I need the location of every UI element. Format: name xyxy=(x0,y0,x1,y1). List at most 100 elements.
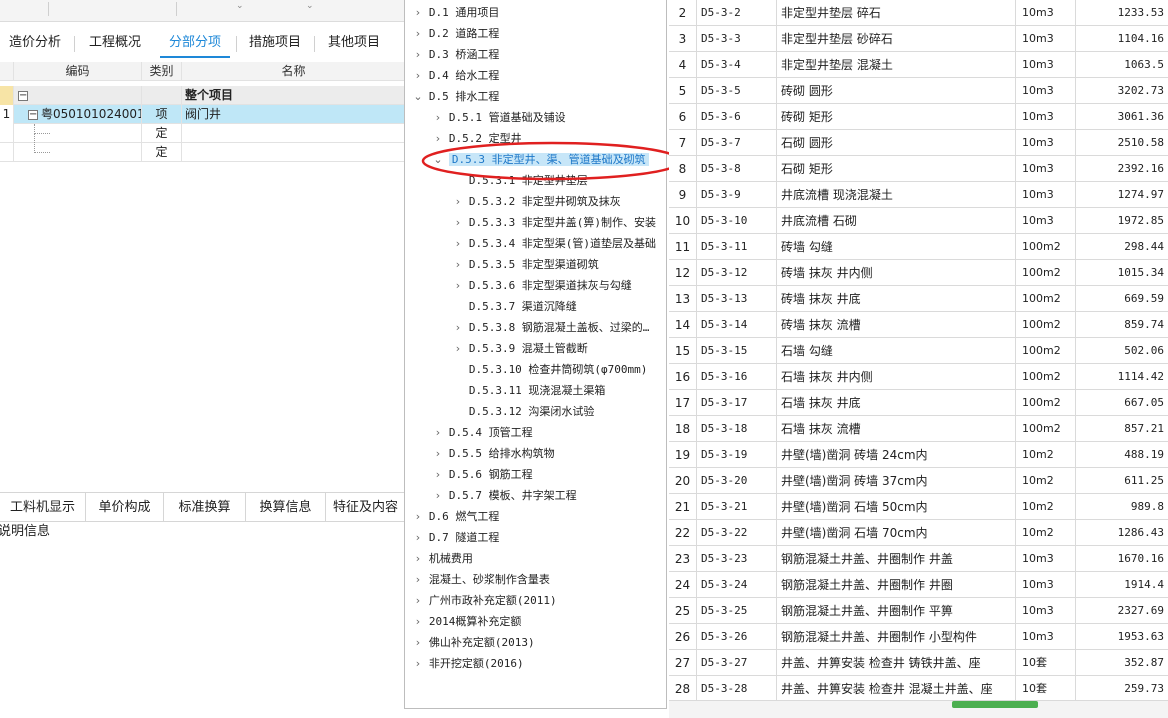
tab-project-overview[interactable]: 工程概况 xyxy=(78,28,152,58)
row-type[interactable]: 定 xyxy=(142,143,182,162)
chevron-right-icon[interactable]: › xyxy=(451,233,465,254)
chevron-right-icon[interactable]: › xyxy=(411,23,425,44)
grid-total-row[interactable]: − 整个项目 xyxy=(0,86,405,105)
tree-node[interactable]: D.5.3.12 沟渠闭水试验 xyxy=(451,401,595,422)
table-row[interactable]: 15 D5-3-15 石墙 勾缝 100m2 502.06 xyxy=(669,338,1168,364)
table-row[interactable]: 21 D5-3-21 井壁(墙)凿洞 石墙 50cm内 10m2 989.8 xyxy=(669,494,1168,520)
chevron-right-icon[interactable]: › xyxy=(431,485,445,506)
table-row[interactable]: 26 D5-3-26 钢筋混凝土井盖、井圈制作 小型构件 10m3 1953.63 xyxy=(669,624,1168,650)
table-row[interactable]: 1 − 粤050101024001 项 阀门井 xyxy=(0,105,405,124)
table-row[interactable]: 18 D5-3-18 石墙 抹灰 流槽 100m2 857.21 xyxy=(669,416,1168,442)
table-row[interactable]: 11 D5-3-11 砖墙 勾缝 100m2 298.44 xyxy=(669,234,1168,260)
quota-list-table[interactable]: 2 D5-3-2 非定型井垫层 碎石 10m3 1233.53 3 D5-3-3 非定型井垫层… xyxy=(669,0,1168,700)
explain-info-area[interactable] xyxy=(0,537,405,718)
table-row[interactable]: 定 xyxy=(0,143,405,162)
tree-node[interactable]: › D.6 燃气工程 xyxy=(411,506,500,527)
table-row[interactable]: 7 D5-3-7 石砌 圆形 10m3 2510.58 xyxy=(669,130,1168,156)
table-row[interactable]: 28 D5-3-28 井盖、井箅安装 检查井 混凝土井盖、座 10套 259.73 xyxy=(669,676,1168,700)
chevron-right-icon[interactable]: › xyxy=(411,632,425,653)
row-name[interactable] xyxy=(182,124,405,143)
tree-node[interactable]: › D.3 桥涵工程 xyxy=(411,44,500,65)
chevron-down-icon[interactable]: ⌄ xyxy=(411,86,425,107)
chevron-down-icon[interactable]: ⌄ xyxy=(306,1,314,11)
tab-unit-price[interactable]: 单价构成 xyxy=(86,493,164,522)
table-row[interactable]: 17 D5-3-17 石墙 抹灰 井底 100m2 667.05 xyxy=(669,390,1168,416)
tree-node[interactable]: › D.5.7 模板、井字架工程 xyxy=(431,485,577,506)
table-row[interactable]: 20 D5-3-20 井壁(墙)凿洞 砖墙 37cm内 10m2 611.25 xyxy=(669,468,1168,494)
chevron-right-icon[interactable]: › xyxy=(411,590,425,611)
tab-features[interactable]: 特征及内容 xyxy=(326,493,405,522)
tree-node[interactable]: D.5.3.7 渠道沉降缝 xyxy=(451,296,577,317)
tree-node[interactable]: › 2014概算补充定额 xyxy=(411,611,522,632)
row-name[interactable] xyxy=(182,143,405,162)
chevron-right-icon[interactable]: › xyxy=(411,506,425,527)
table-row[interactable]: 13 D5-3-13 砖墙 抹灰 井底 100m2 669.59 xyxy=(669,286,1168,312)
horizontal-scrollbar-thumb[interactable] xyxy=(952,701,1038,708)
row-code[interactable]: − 粤050101024001 xyxy=(14,105,142,124)
chevron-right-icon[interactable]: › xyxy=(431,422,445,443)
table-row[interactable]: 19 D5-3-19 井壁(墙)凿洞 砖墙 24cm内 10m2 488.19 xyxy=(669,442,1168,468)
tree-node[interactable]: ⌄ D.5 排水工程 xyxy=(411,86,499,107)
chevron-down-icon[interactable]: ⌄ xyxy=(236,1,244,11)
chevron-right-icon[interactable]: › xyxy=(431,464,445,485)
tree-node[interactable]: › D.2 道路工程 xyxy=(411,23,500,44)
table-row[interactable]: 27 D5-3-27 井盖、井箅安装 检查井 铸铁井盖、座 10套 352.87 xyxy=(669,650,1168,676)
tree-node[interactable]: › D.7 隧道工程 xyxy=(411,527,500,548)
tree-node[interactable]: › D.5.3.9 混凝土管截断 xyxy=(451,338,588,359)
tree-node[interactable]: › D.5.3.5 非定型渠道砌筑 xyxy=(451,254,599,275)
table-row[interactable]: 14 D5-3-14 砖墙 抹灰 流槽 100m2 859.74 xyxy=(669,312,1168,338)
tree-node[interactable]: › D.5.3.3 非定型井盖(箅)制作、安装 xyxy=(451,212,656,233)
tree-node[interactable]: D.5.3.11 现浇混凝土渠箱 xyxy=(451,380,606,401)
tree-node[interactable]: › D.4 给水工程 xyxy=(411,65,500,86)
horizontal-scrollbar-track[interactable] xyxy=(669,700,1168,718)
tree-node[interactable]: › D.5.3.2 非定型井砌筑及抹灰 xyxy=(451,191,621,212)
table-row[interactable]: 3 D5-3-3 非定型井垫层 砂碎石 10m3 1104.16 xyxy=(669,26,1168,52)
row-type[interactable]: 定 xyxy=(142,124,182,143)
tab-standard-conversion[interactable]: 标准换算 xyxy=(164,493,246,522)
chevron-right-icon[interactable]: › xyxy=(451,275,465,296)
chevron-right-icon[interactable]: › xyxy=(431,128,445,149)
chevron-right-icon[interactable]: › xyxy=(411,611,425,632)
tree-node[interactable]: › 机械费用 xyxy=(411,548,473,569)
collapse-icon[interactable]: − xyxy=(28,109,38,120)
chevron-right-icon[interactable]: › xyxy=(451,191,465,212)
table-row[interactable]: 22 D5-3-22 井壁(墙)凿洞 石墙 70cm内 10m2 1286.43 xyxy=(669,520,1168,546)
chevron-right-icon[interactable]: › xyxy=(431,443,445,464)
chevron-right-icon[interactable]: › xyxy=(411,44,425,65)
header-name[interactable]: 名称 xyxy=(182,62,405,81)
tree-node[interactable]: › D.1 通用项目 xyxy=(411,2,500,23)
tree-node[interactable]: D.5.3.10 检查井筒砌筑(φ700mm) xyxy=(451,359,648,380)
chevron-right-icon[interactable]: › xyxy=(411,527,425,548)
table-row[interactable]: 定 xyxy=(0,124,405,143)
tab-cost-analysis[interactable]: 造价分析 xyxy=(0,28,70,58)
tree-node[interactable]: › 非开挖定额(2016) xyxy=(411,653,524,674)
tree-node[interactable]: › 广州市政补充定额(2011) xyxy=(411,590,557,611)
tree-node[interactable]: › D.5.3.4 非定型渠(管)道垫层及基础 xyxy=(451,233,656,254)
table-row[interactable]: 4 D5-3-4 非定型井垫层 混凝土 10m3 1063.5 xyxy=(669,52,1168,78)
chevron-down-icon[interactable]: ⌄ xyxy=(431,149,445,170)
chevron-right-icon[interactable]: › xyxy=(411,65,425,86)
chevron-right-icon[interactable]: › xyxy=(451,317,465,338)
table-row[interactable]: 24 D5-3-24 钢筋混凝土井盖、井圈制作 井圈 10m3 1914.4 xyxy=(669,572,1168,598)
tree-node[interactable]: › D.5.5 给排水构筑物 xyxy=(431,443,555,464)
tree-node[interactable]: › D.5.3.8 钢筋混凝土盖板、过梁的… xyxy=(451,317,650,338)
table-row[interactable]: 2 D5-3-2 非定型井垫层 碎石 10m3 1233.53 xyxy=(669,0,1168,26)
chevron-right-icon[interactable]: › xyxy=(411,653,425,674)
tree-node[interactable]: › D.5.6 钢筋工程 xyxy=(431,464,533,485)
tab-sub-items[interactable]: 分部分项 xyxy=(156,28,234,58)
chevron-right-icon[interactable]: › xyxy=(411,569,425,590)
table-row[interactable]: 12 D5-3-12 砖墙 抹灰 井内侧 100m2 1015.34 xyxy=(669,260,1168,286)
tab-labor-material[interactable]: 工料机显示 xyxy=(0,493,86,522)
tab-measures[interactable]: 措施项目 xyxy=(238,28,312,58)
table-row[interactable]: 23 D5-3-23 钢筋混凝土井盖、井圈制作 井盖 10m3 1670.16 xyxy=(669,546,1168,572)
tree-node[interactable]: ⌄ D.5.3 非定型井、渠、管道基础及砌筑 xyxy=(431,149,649,170)
tree-node[interactable]: › D.5.4 顶管工程 xyxy=(431,422,533,443)
table-row[interactable]: 16 D5-3-16 石墙 抹灰 井内侧 100m2 1114.42 xyxy=(669,364,1168,390)
tree-node[interactable]: › D.5.2 定型井 xyxy=(431,128,522,149)
table-row[interactable]: 9 D5-3-9 井底流槽 现浇混凝土 10m3 1274.97 xyxy=(669,182,1168,208)
row-name[interactable]: 阀门井 xyxy=(182,105,405,124)
tab-other-items[interactable]: 其他项目 xyxy=(316,28,392,58)
row-type[interactable]: 项 xyxy=(142,105,182,124)
tab-conversion-info[interactable]: 换算信息 xyxy=(246,493,326,522)
chevron-right-icon[interactable]: › xyxy=(431,107,445,128)
